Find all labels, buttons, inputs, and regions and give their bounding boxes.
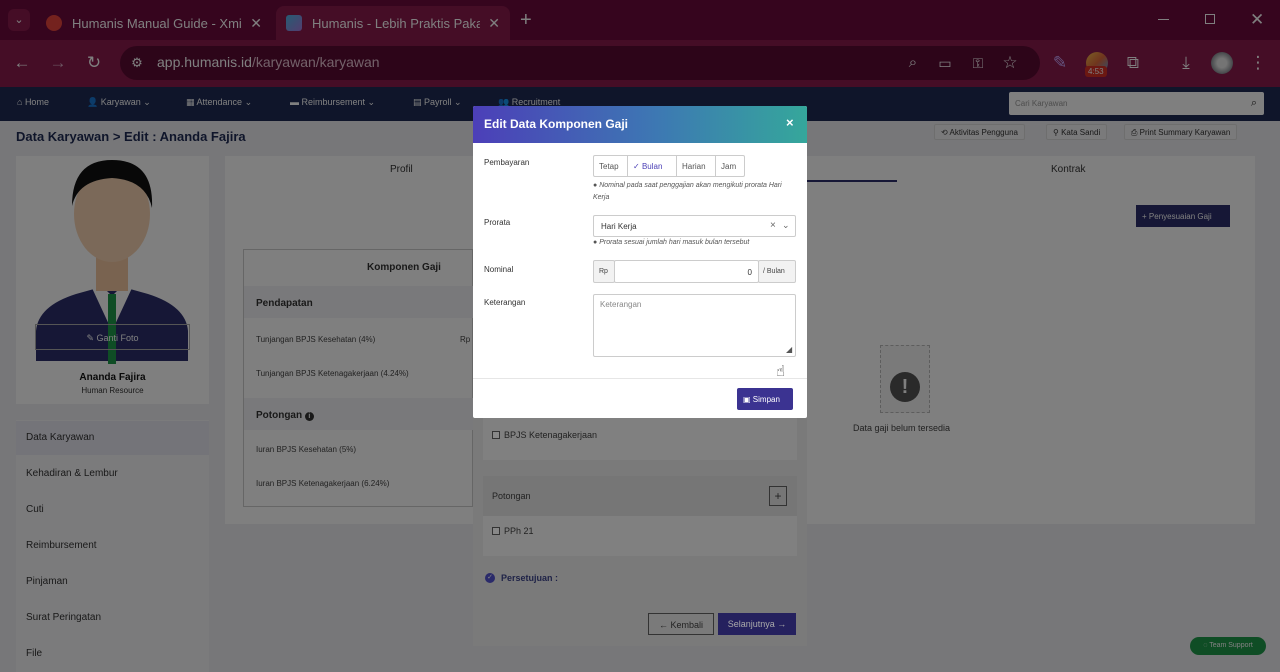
info-icon: ● — [593, 182, 598, 189]
info-icon: ● — [593, 239, 598, 246]
clear-icon[interactable]: × — [770, 220, 776, 231]
check-icon: ✓ — [633, 162, 640, 171]
resize-handle-icon[interactable]: ◢ — [786, 345, 792, 354]
pph-label: PPh 21 — [504, 526, 534, 536]
keterangan-placeholder: Keterangan — [600, 300, 642, 309]
prorata-label: Prorata — [484, 218, 511, 227]
modal-footer-divider — [473, 378, 807, 379]
keterangan-label: Keterangan — [484, 298, 526, 307]
modal-close-icon[interactable]: × — [786, 115, 794, 130]
approval-check-icon: ✓ — [485, 573, 495, 583]
prorata-selected-value: Hari Kerja — [601, 222, 637, 231]
option-harian[interactable]: Harian — [676, 155, 716, 177]
save-icon: ▣ — [743, 395, 751, 404]
selanjutnya-button[interactable]: Selanjutnya → — [718, 613, 796, 635]
nominal-prefix: Rp — [593, 260, 615, 283]
save-button[interactable]: ▣ Simpan — [737, 388, 793, 410]
chevron-down-icon[interactable]: ⌄ — [782, 220, 790, 231]
kembali-button[interactable]: ← Kembali — [648, 613, 714, 635]
nominal-input[interactable]: 0 — [614, 260, 759, 283]
modal-header: Edit Data Komponen Gaji × — [473, 106, 807, 143]
bpjs-ket-label: BPJS Ketenagakerjaan — [504, 430, 598, 440]
pembayaran-hint: ● Nominal pada saat penggajian akan meng… — [593, 182, 782, 201]
option-bulan[interactable]: ✓ Bulan — [627, 155, 677, 177]
persetujuan-label: Persetujuan : — [501, 573, 559, 583]
prorata-select[interactable]: Hari Kerja × ⌄ — [593, 215, 796, 237]
pembayaran-label: Pembayaran — [484, 158, 530, 167]
keterangan-textarea[interactable]: Keterangan ◢ — [593, 294, 796, 357]
bpjs-checkbox[interactable] — [492, 431, 500, 439]
salary-components-panel: BPJS Ketenagakerjaan Potongan + PPh 21 ✓… — [473, 418, 807, 646]
add-potongan-button[interactable]: + — [769, 486, 787, 506]
nominal-label: Nominal — [484, 265, 514, 274]
prorata-hint: ● Prorata sesuai jumlah hari masuk bulan… — [593, 239, 750, 246]
nominal-suffix: / Bulan — [758, 260, 796, 283]
option-tetap[interactable]: Tetap — [593, 155, 628, 177]
potongan-section-title: Potongan — [492, 491, 531, 501]
modal-title: Edit Data Komponen Gaji — [484, 117, 629, 131]
option-jam[interactable]: Jam — [715, 155, 745, 177]
edit-salary-component-modal: Edit Data Komponen Gaji × Pembayaran Tet… — [473, 106, 807, 418]
pph-checkbox[interactable] — [492, 527, 500, 535]
